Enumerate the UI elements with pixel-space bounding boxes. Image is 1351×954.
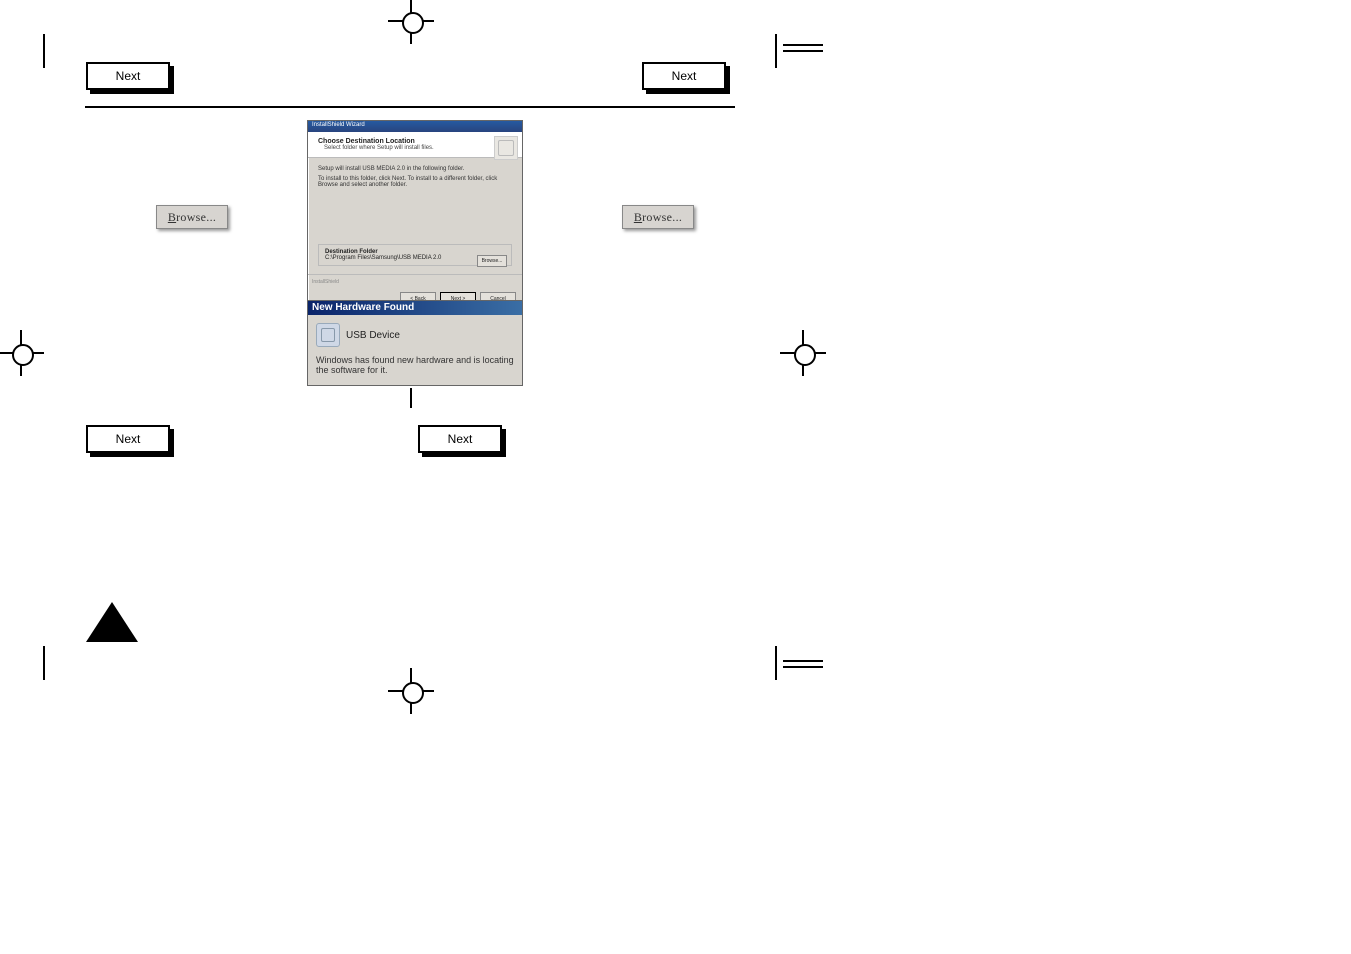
mnemonic-b: B	[634, 210, 642, 225]
body-text: To install to this folder, click Next. T…	[318, 176, 512, 188]
crop-line	[775, 34, 777, 68]
hardware-icon	[316, 323, 340, 347]
divider	[308, 274, 522, 275]
divider	[85, 106, 735, 108]
crop-mark-left	[0, 330, 44, 376]
label: Next	[116, 69, 141, 83]
brand-label: InstallShield	[308, 279, 522, 288]
crop-line	[783, 660, 823, 662]
guide-mark	[410, 388, 412, 408]
browse-button[interactable]: Browse...	[622, 205, 694, 229]
warning-triangle-icon	[86, 602, 138, 642]
dialog-titlebar: InstallShield Wizard	[308, 121, 522, 132]
dialog-titlebar: New Hardware Found	[308, 301, 522, 315]
crop-line	[783, 44, 823, 46]
label: rowse...	[642, 210, 682, 225]
body-text: Setup will install USB MEDIA 2.0 in the …	[318, 166, 512, 172]
dialog-heading: Choose Destination Location	[318, 138, 514, 145]
crop-line	[775, 646, 777, 680]
next-button[interactable]: Next	[642, 62, 726, 90]
label: Next	[116, 432, 141, 446]
next-button[interactable]: Next	[418, 425, 502, 453]
label: Next	[448, 432, 473, 446]
next-button[interactable]: Next	[86, 62, 170, 90]
crop-line	[783, 50, 823, 52]
crop-mark-bottom	[388, 668, 434, 714]
dialog-subheading: Select folder where Setup will install f…	[318, 145, 514, 151]
label: Next	[672, 69, 697, 83]
crop-line	[783, 666, 823, 668]
installshield-dialog: InstallShield Wizard Choose Destination …	[307, 120, 523, 313]
mnemonic-b: B	[168, 210, 176, 225]
dialog-header: Choose Destination Location Select folde…	[308, 132, 522, 158]
crop-line	[43, 34, 45, 68]
next-button[interactable]: Next	[86, 425, 170, 453]
dialog-body: Setup will install USB MEDIA 2.0 in the …	[308, 158, 522, 244]
new-hardware-dialog: New Hardware Found USB Device Windows ha…	[307, 300, 523, 386]
label: rowse...	[176, 210, 216, 225]
crop-line	[43, 646, 45, 680]
crop-mark-top	[388, 0, 434, 44]
device-name: USB Device	[346, 330, 400, 341]
browse-button[interactable]: Browse...	[477, 255, 507, 267]
crop-mark-right	[780, 330, 826, 376]
browse-button[interactable]: Browse...	[156, 205, 228, 229]
destination-group: Destination Folder C:\Program Files\Sams…	[318, 244, 512, 266]
installer-logo-icon	[494, 136, 518, 160]
status-message: Windows has found new hardware and is lo…	[308, 355, 522, 385]
